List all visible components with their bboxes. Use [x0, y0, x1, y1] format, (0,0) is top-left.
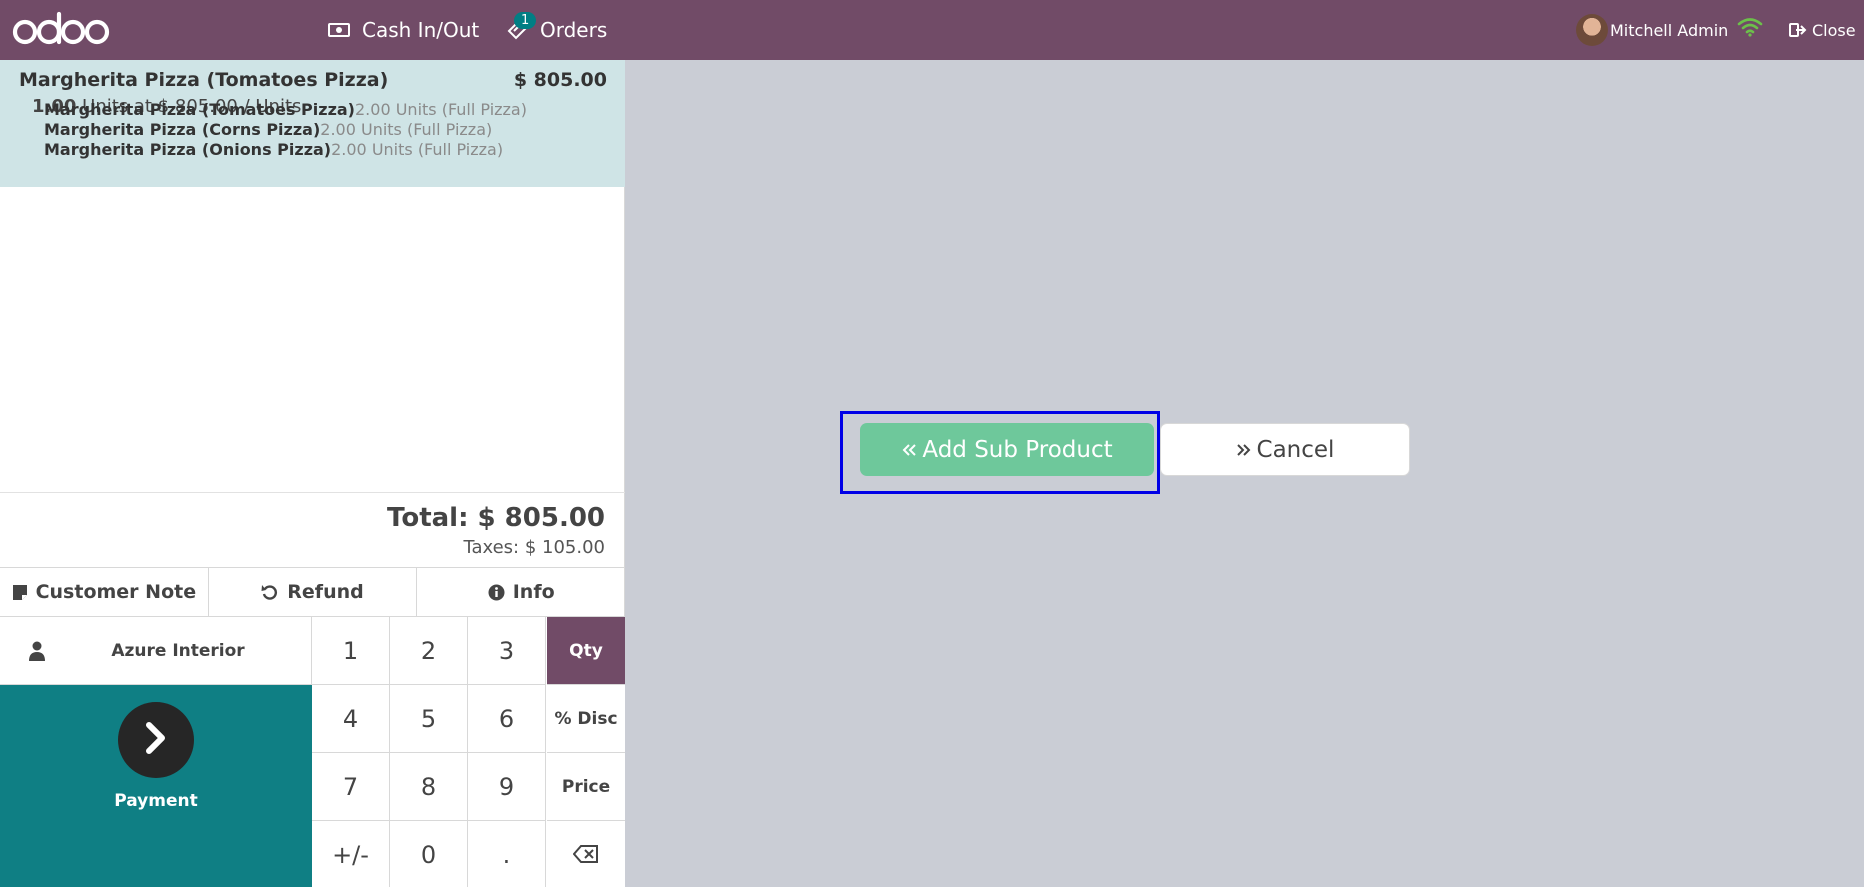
numpad-key-2[interactable]: 2 [390, 617, 468, 685]
close-button[interactable]: Close [1789, 0, 1856, 60]
payment-circle [118, 702, 194, 778]
cancel-label: Cancel [1256, 436, 1335, 463]
top-bar: Cash In/Out Orders 1 Mitchell Admin Clos… [0, 0, 1864, 60]
numpad-key-0[interactable]: 0 [390, 821, 468, 887]
order-line-name: Margherita Pizza (Tomatoes Pizza) [19, 69, 389, 91]
user-menu[interactable]: Mitchell Admin [1576, 12, 1728, 48]
numpad: 1 2 3 Qty 4 5 6 % Disc 7 8 9 Price +/- 0… [312, 617, 625, 887]
numpad-key-3[interactable]: 3 [468, 617, 546, 685]
undo-icon [261, 583, 279, 601]
chevron-right-icon [142, 721, 170, 759]
close-label: Close [1812, 20, 1856, 40]
sub-product-line: Margherita Pizza (Tomatoes Pizza)2.00 Un… [44, 100, 527, 119]
customer-name: Azure Interior [111, 640, 245, 661]
add-sub-product-label: Add Sub Product [922, 436, 1113, 463]
refund-label: Refund [287, 581, 364, 603]
order-taxes: Taxes: $ 105.00 [463, 537, 605, 558]
order-panel: Margherita Pizza (Tomatoes Pizza) $ 805.… [0, 60, 626, 887]
sub-product-detail: 2.00 Units (Full Pizza) [355, 100, 527, 119]
order-total: Total: $ 805.00 [387, 503, 605, 533]
add-sub-product-button[interactable]: Add Sub Product [860, 423, 1154, 476]
order-line-price: $ 805.00 [513, 69, 607, 91]
control-buttons: Customer Note Refund Info [0, 567, 626, 617]
order-summary: Total: $ 805.00 Taxes: $ 105.00 [0, 492, 625, 567]
numpad-key-4[interactable]: 4 [312, 685, 390, 753]
sub-product-detail: 2.00 Units (Full Pizza) [320, 120, 493, 139]
numpad-key-8[interactable]: 8 [390, 753, 468, 821]
user-name: Mitchell Admin [1610, 20, 1729, 40]
sub-product-name: Margherita Pizza (Onions Pizza) [44, 140, 332, 159]
orders-count-badge: 1 [514, 12, 537, 29]
numpad-key-5[interactable]: 5 [390, 685, 468, 753]
angle-double-right-icon [1236, 442, 1252, 458]
info-button[interactable]: Info [417, 568, 626, 617]
money-icon [328, 22, 350, 38]
wifi-icon [1737, 17, 1763, 41]
order-line-selected[interactable]: Margherita Pizza (Tomatoes Pizza) $ 805.… [0, 60, 625, 187]
numpad-mode-discount[interactable]: % Disc [547, 685, 625, 753]
cash-in-out-label: Cash In/Out [362, 18, 480, 42]
odoo-logo [12, 11, 110, 45]
sub-product-name: Margherita Pizza (Corns Pizza) [44, 120, 321, 139]
sub-product-detail: 2.00 Units (Full Pizza) [331, 140, 504, 159]
refund-button[interactable]: Refund [208, 568, 418, 617]
numpad-key-7[interactable]: 7 [312, 753, 390, 821]
cancel-button[interactable]: Cancel [1160, 423, 1410, 476]
info-icon [488, 584, 505, 601]
numpad-key-9[interactable]: 9 [468, 753, 546, 821]
numpad-backspace-button[interactable] [547, 821, 625, 887]
numpad-key-1[interactable]: 1 [312, 617, 390, 685]
payment-button[interactable]: Payment [0, 685, 312, 887]
orders-button[interactable]: Orders [506, 0, 607, 60]
cash-in-out-button[interactable]: Cash In/Out [328, 0, 479, 60]
sub-product-line: Margherita Pizza (Onions Pizza)2.00 Unit… [44, 140, 503, 159]
sub-product-line: Margherita Pizza (Corns Pizza)2.00 Units… [44, 120, 492, 139]
payment-label: Payment [114, 791, 198, 811]
avatar [1576, 14, 1608, 46]
orders-label: Orders [540, 18, 608, 42]
note-icon [12, 584, 28, 601]
numpad-key-decimal[interactable]: . [468, 821, 546, 887]
sub-product-name: Margherita Pizza (Tomatoes Pizza) [44, 100, 355, 119]
info-label: Info [512, 581, 555, 603]
sign-out-icon [1789, 22, 1807, 38]
customer-note-label: Customer Note [35, 581, 197, 603]
numpad-mode-price[interactable]: Price [547, 753, 625, 821]
backspace-icon [572, 841, 599, 869]
customer-button[interactable]: Azure Interior [0, 617, 312, 685]
angle-double-left-icon [901, 442, 917, 458]
numpad-key-6[interactable]: 6 [468, 685, 546, 753]
customer-note-button[interactable]: Customer Note [0, 568, 209, 617]
numpad-mode-qty[interactable]: Qty [547, 617, 625, 685]
numpad-key-plus-minus[interactable]: +/- [312, 821, 390, 887]
